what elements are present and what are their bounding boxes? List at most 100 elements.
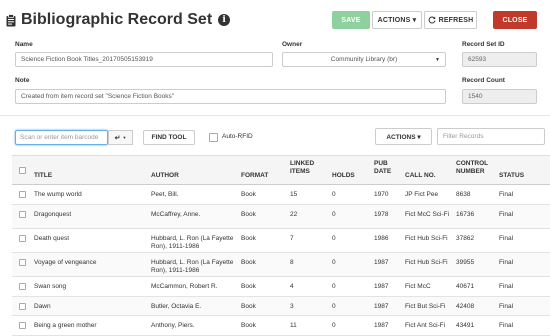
cell-control-number: 37862 — [456, 234, 475, 242]
cell-control-number: 16736 — [456, 210, 475, 218]
info-icon[interactable]: i — [218, 14, 231, 26]
cell-format: Book — [241, 282, 256, 290]
actions-menu-button[interactable]: ACTIONS ▾ — [372, 11, 422, 29]
cell-status: Final — [499, 191, 514, 198]
table-row[interactable]: Dragonquest McCaffrey, Anne. Book 22 0 1… — [12, 204, 550, 229]
name-field[interactable]: Science Fiction Book Titles_201705051539… — [15, 52, 273, 67]
cell-format: Book — [241, 302, 256, 310]
col-linked-items[interactable]: LINKED ITEMS — [290, 160, 318, 176]
cell-author: McCammon, Robert R. — [151, 282, 218, 290]
record-count-field: 1540 — [462, 89, 537, 104]
enter-key-icon: ↵ — [114, 134, 121, 142]
cell-control-number: 39955 — [456, 258, 475, 266]
barcode-input[interactable]: Scan or enter item barcode — [15, 130, 108, 145]
cell-pub-date: 1987 — [374, 282, 389, 290]
enter-barcode-button[interactable]: ↵ ▼ — [108, 130, 133, 145]
save-button[interactable]: SAVE — [332, 11, 370, 29]
record-count-label: Record Count — [462, 77, 505, 84]
auto-rfid-checkbox[interactable] — [209, 133, 218, 142]
cell-pub-date: 1987 — [374, 302, 389, 310]
chevron-down-icon: ▼ — [435, 57, 440, 63]
col-pub-date[interactable]: PUB DATE — [374, 160, 392, 176]
row-checkbox[interactable] — [19, 258, 26, 266]
cell-call-no: Fict McC Sci-Fi — [405, 210, 450, 218]
table-actions-button[interactable]: ACTIONS ▾ — [375, 128, 432, 145]
cell-status: Final — [499, 282, 514, 290]
filter-records-input[interactable]: Filter Records — [437, 128, 545, 145]
cell-author: Hubbard, L. Ron (La Fayette Ron), 1911-1… — [151, 234, 234, 250]
cell-author: McCaffrey, Anne. — [151, 210, 201, 218]
cell-holds: 0 — [332, 191, 336, 198]
cell-title[interactable]: Voyage of vengeance — [34, 259, 97, 267]
cell-linked-items: 7 — [290, 234, 294, 242]
row-checkbox[interactable] — [19, 322, 26, 330]
cell-title[interactable]: Death quest — [34, 235, 69, 243]
page-header: Bibliographic Record Set i — [6, 10, 231, 30]
col-title[interactable]: TITLE — [34, 172, 52, 180]
cell-title[interactable]: Being a green mother — [34, 322, 97, 330]
row-checkbox[interactable] — [19, 302, 26, 310]
cell-format: Book — [241, 258, 256, 266]
row-checkbox[interactable] — [19, 282, 26, 290]
table-row[interactable]: Being a green mother Anthony, Piers. Boo… — [12, 316, 550, 336]
row-checkbox[interactable] — [19, 210, 26, 218]
col-author[interactable]: AUTHOR — [151, 172, 179, 180]
record-set-id-field: 62593 — [462, 52, 537, 67]
cell-control-number: 42408 — [456, 302, 475, 310]
cell-format: Book — [241, 191, 256, 198]
cell-call-no: Fict Hub Sci-Fi — [405, 234, 448, 242]
row-checkbox[interactable] — [19, 191, 26, 198]
cell-format: Book — [241, 234, 256, 242]
cell-call-no: Fict Ant Sci-Fi — [405, 322, 446, 330]
clipboard-icon — [6, 14, 16, 27]
col-call-no[interactable]: CALL NO. — [405, 172, 436, 180]
cell-status: Final — [499, 258, 514, 266]
table-row[interactable]: Voyage of vengeance Hubbard, L. Ron (La … — [12, 252, 550, 277]
cell-author: Peet, Bill. — [151, 191, 179, 198]
cell-pub-date: 1986 — [374, 234, 389, 242]
table-row[interactable]: Dawn Butler, Octavia E. Book 3 0 1987 Fi… — [12, 296, 550, 317]
cell-title[interactable]: The wump world — [34, 191, 82, 199]
cell-holds: 0 — [332, 282, 336, 290]
cell-pub-date: 1970 — [374, 191, 389, 198]
note-label: Note — [15, 77, 30, 84]
owner-label: Owner — [282, 41, 303, 48]
cell-control-number: 43491 — [456, 322, 475, 330]
owner-select[interactable]: Community Library (br) ▼ — [282, 52, 446, 67]
table-header: TITLE AUTHOR FORMAT LINKED ITEMS HOLDS P… — [12, 156, 550, 185]
col-holds[interactable]: HOLDS — [332, 172, 355, 180]
note-field[interactable]: Created from item record set "Science Fi… — [15, 89, 446, 104]
cell-title[interactable]: Swan song — [34, 283, 66, 291]
table-row[interactable]: The wump world Peet, Bill. Book 15 0 197… — [12, 185, 550, 205]
cell-format: Book — [241, 210, 256, 218]
cell-author: Anthony, Piers. — [151, 322, 195, 330]
refresh-button[interactable]: REFRESH — [424, 11, 477, 29]
cell-control-number: 8638 — [456, 191, 471, 198]
cell-author: Hubbard, L. Ron (La Fayette Ron), 1911-1… — [151, 258, 234, 274]
cell-title[interactable]: Dawn — [34, 303, 51, 311]
col-status[interactable]: STATUS — [499, 172, 524, 180]
refresh-icon — [428, 16, 436, 24]
table-row[interactable]: Death quest Hubbard, L. Ron (La Fayette … — [12, 228, 550, 253]
cell-pub-date: 1987 — [374, 258, 389, 266]
col-control-number[interactable]: CONTROL NUMBER — [456, 160, 490, 176]
cell-holds: 0 — [332, 234, 336, 242]
auto-rfid-label: Auto-RFID — [222, 133, 253, 140]
cell-title[interactable]: Dragonquest — [34, 211, 71, 219]
cell-linked-items: 22 — [290, 210, 298, 218]
cell-linked-items: 4 — [290, 282, 294, 290]
cell-status: Final — [499, 322, 514, 330]
row-checkbox[interactable] — [19, 234, 26, 242]
close-button[interactable]: CLOSE — [493, 11, 537, 29]
cell-holds: 0 — [332, 302, 336, 310]
cell-status: Final — [499, 234, 514, 242]
records-table: TITLE AUTHOR FORMAT LINKED ITEMS HOLDS P… — [12, 155, 550, 336]
cell-control-number: 40671 — [456, 282, 475, 290]
table-row[interactable]: Swan song McCammon, Robert R. Book 4 0 1… — [12, 276, 550, 297]
cell-pub-date: 1987 — [374, 322, 389, 330]
select-all-checkbox[interactable] — [19, 167, 26, 174]
cell-call-no: JP Fict Pee — [405, 191, 439, 198]
find-tool-button[interactable]: FIND TOOL — [143, 130, 195, 145]
chevron-down-icon: ▼ — [122, 135, 127, 140]
col-format[interactable]: FORMAT — [241, 172, 268, 180]
